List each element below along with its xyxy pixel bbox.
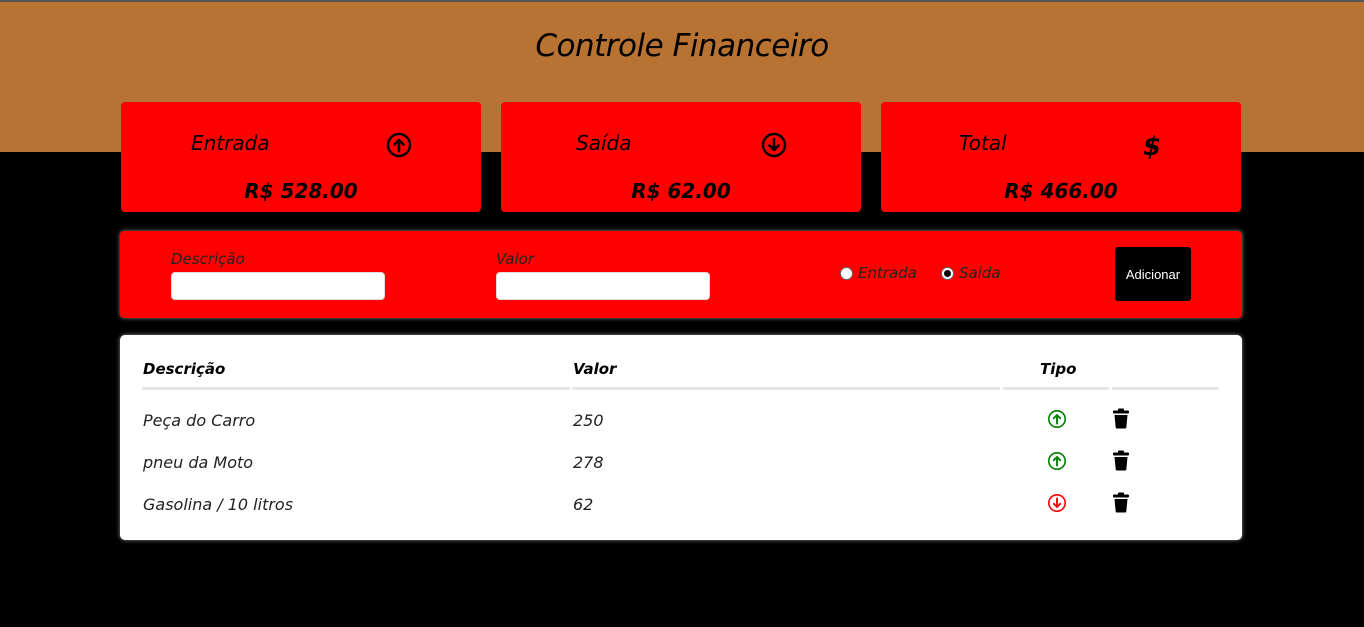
radio-entrada-label[interactable]: Entrada: [858, 264, 917, 282]
header-valor: Valor: [573, 360, 617, 378]
trash-icon[interactable]: [1112, 450, 1130, 471]
descricao-label: Descrição: [171, 250, 245, 268]
valor-label: Valor: [496, 250, 535, 268]
arrow-circle-up-icon: [1047, 451, 1067, 471]
arrow-circle-down-icon: [761, 132, 787, 158]
header-divider: [572, 387, 1000, 390]
table-row: Gasolina / 10 litros 62: [120, 491, 1242, 533]
svg-text:$: $: [1143, 132, 1161, 159]
radio-saida[interactable]: [941, 267, 954, 280]
page-title: Controle Financeiro: [535, 28, 829, 64]
transaction-form: Descrição Valor Entrada Saida Adicionar: [120, 231, 1242, 318]
arrow-circle-up-icon: [1047, 409, 1067, 429]
table-row: pneu da Moto 278: [120, 449, 1242, 491]
arrow-circle-down-icon: [1047, 493, 1067, 513]
trash-icon[interactable]: [1112, 408, 1130, 429]
entrada-card-value: R$ 528.00: [244, 179, 358, 203]
header-divider: [1112, 387, 1219, 390]
row-valor: 62: [573, 495, 594, 514]
table-row: Peça do Carro 250: [120, 407, 1242, 449]
total-card-label: Total: [959, 131, 1007, 155]
row-descricao: Peça do Carro: [143, 411, 256, 430]
entrada-card: Entrada R$ 528.00: [121, 102, 481, 212]
header-descricao: Descrição: [143, 360, 226, 378]
saida-card-label: Saída: [576, 131, 632, 155]
arrow-circle-up-icon: [386, 132, 412, 158]
total-card-value: R$ 466.00: [1004, 179, 1118, 203]
header-divider: [142, 387, 570, 390]
saida-card: Saída R$ 62.00: [501, 102, 861, 212]
valor-input[interactable]: [496, 272, 710, 300]
total-card: Total $ R$ 466.00: [881, 102, 1241, 212]
header-tipo: Tipo: [1040, 360, 1077, 378]
dollar-icon: $: [1139, 132, 1165, 159]
row-descricao: Gasolina / 10 litros: [143, 495, 294, 514]
entrada-card-label: Entrada: [191, 131, 270, 155]
header-divider: [1003, 387, 1109, 390]
saida-card-value: R$ 62.00: [631, 179, 731, 203]
transactions-table: Descrição Valor Tipo Peça do Carro 250 p…: [120, 335, 1242, 540]
row-valor: 278: [573, 453, 604, 472]
trash-icon[interactable]: [1112, 492, 1130, 513]
radio-entrada[interactable]: [840, 267, 853, 280]
radio-saida-label[interactable]: Saida: [959, 264, 1001, 282]
descricao-input[interactable]: [171, 272, 385, 300]
row-valor: 250: [573, 411, 604, 430]
add-button[interactable]: Adicionar: [1115, 247, 1191, 301]
row-descricao: pneu da Moto: [143, 453, 254, 472]
